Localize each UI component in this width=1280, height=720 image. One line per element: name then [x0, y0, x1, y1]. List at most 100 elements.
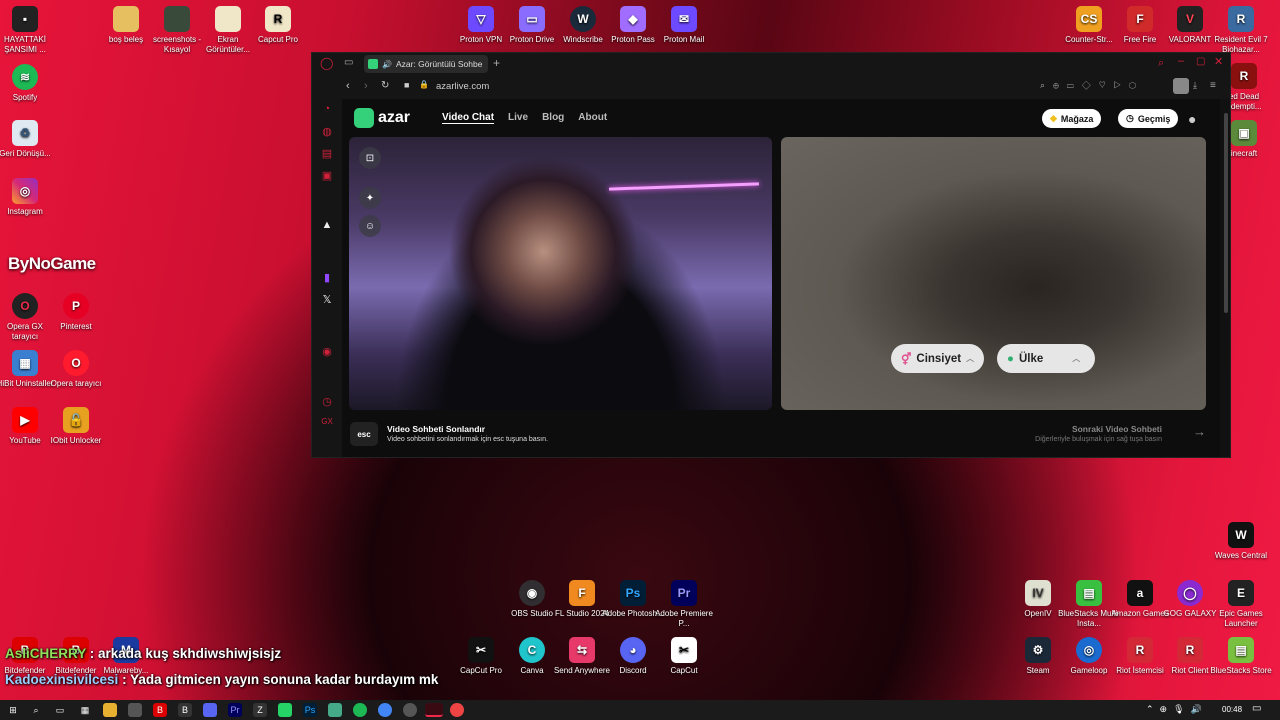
chevron-up-icon: ︿: [1072, 354, 1081, 363]
esc-key-button[interactable]: esc: [350, 422, 378, 446]
partner-video-blurred: ⚥ Cinsiyet ︿ ● Ülke ︿: [781, 137, 1206, 410]
photoshop-taskbar-icon[interactable]: Ps: [303, 703, 317, 717]
sticker-button[interactable]: ☺: [359, 215, 381, 237]
ai-icon[interactable]: ▲: [320, 219, 334, 233]
desktop-icon-opera[interactable]: O Opera tarayıcı: [44, 350, 108, 389]
tray-icons[interactable]: ⌃⊕🎙🔊: [1146, 704, 1208, 715]
whatsapp-taskbar-icon[interactable]: [278, 703, 292, 717]
desktop-icon-resident-evil[interactable]: R Resident Evil 7 Biohazar...: [1209, 6, 1273, 55]
search-icon[interactable]: ⌕: [29, 703, 43, 717]
gx-control-icon[interactable]: ◍: [320, 125, 334, 139]
effects-button[interactable]: ⊡: [359, 147, 381, 169]
desktop-icon-spotify[interactable]: ≋ Spotify: [0, 64, 57, 103]
scrollbar[interactable]: [1224, 113, 1228, 313]
desktop-icon-pinterest[interactable]: P Pinterest: [44, 293, 108, 332]
opera-gx-taskbar-icon[interactable]: [425, 703, 443, 717]
store-button[interactable]: ◆ Mağaza: [1042, 109, 1102, 128]
menu-icon[interactable]: ≡: [1210, 80, 1216, 91]
icon-label: IObit Unlocker: [50, 436, 102, 445]
desktop-icon-capcut-pro[interactable]: R Capcut Pro: [246, 6, 310, 45]
widgets-icon[interactable]: ▦: [78, 703, 92, 717]
app-icon[interactable]: Z: [253, 703, 267, 717]
chrome-taskbar-icon[interactable]: [378, 703, 392, 717]
self-camera-video: ⊡ ✦ ☺: [349, 137, 772, 410]
folder-icon: [215, 6, 241, 32]
app-icon[interactable]: [128, 703, 142, 717]
spotify-taskbar-icon[interactable]: [353, 703, 367, 717]
country-filter[interactable]: ● Ülke ︿: [997, 344, 1095, 373]
close-icon[interactable]: ✕: [1214, 55, 1223, 68]
proton-vpn-icon: ▽: [468, 6, 494, 32]
clock[interactable]: 00:48: [1222, 705, 1242, 714]
download-icon[interactable]: ⤓: [1193, 80, 1197, 91]
gx-icon[interactable]: GX: [320, 417, 334, 431]
twitch-sidebar-icon[interactable]: ▮: [320, 271, 334, 285]
tab-title: Azar: Görüntülü Sohbe: [395, 59, 483, 69]
nav-live[interactable]: Live: [508, 112, 528, 123]
desktop-icon-hayattaki[interactable]: ▪ HAYATTAKİ ŞANSIMI ...: [0, 6, 57, 55]
sparkle-button[interactable]: ✦: [359, 187, 381, 209]
nav-video-chat[interactable]: Video Chat: [442, 112, 494, 123]
app-icon[interactable]: [103, 703, 117, 717]
reload-icon[interactable]: ↻: [381, 80, 389, 91]
arrow-right-icon[interactable]: →: [1193, 424, 1206, 439]
icon-label: inecraft: [1230, 149, 1258, 158]
azar-logo[interactable]: azar: [354, 108, 410, 128]
maximize-icon[interactable]: ▢: [1196, 56, 1205, 67]
history-icon[interactable]: ◷: [320, 395, 334, 409]
chat-controls: esc Video Sohbeti Sonlandır Video sohbet…: [342, 417, 1220, 457]
icon-label: Gameloop: [1070, 666, 1108, 675]
x-icon[interactable]: 𝕏: [320, 293, 334, 307]
desktop-icon-recycle[interactable]: ♻ Geri Dönüşü...: [0, 120, 57, 159]
forward-icon[interactable]: ›: [364, 80, 368, 92]
toolbar-icons[interactable]: ⌕⊕▭◇♡▷⬡: [1040, 80, 1144, 91]
desktop-icon-epic[interactable]: E Epic Games Launcher: [1209, 580, 1273, 629]
capcut-icon: ✂: [468, 637, 494, 663]
user-avatar-icon[interactable]: ●: [1188, 111, 1196, 127]
country-label: Ülke: [1018, 352, 1044, 365]
desktop-icon-premiere[interactable]: Pr Adobe Premiere P...: [652, 580, 716, 629]
discord-icon: ◕: [620, 637, 646, 663]
desktop-icon-bluestacks-store[interactable]: ▤ BlueStacks Store: [1209, 637, 1273, 676]
tab-azar[interactable]: 🔊 Azar: Görüntülü Sohbe: [364, 55, 488, 73]
desktop-icon-waves[interactable]: W Waves Central: [1209, 522, 1273, 561]
gog-icon: ◯: [1177, 580, 1203, 606]
twitch-icon[interactable]: ▤: [320, 147, 334, 161]
tab-switcher-icon[interactable]: ▭: [344, 57, 353, 68]
icon-label: HAYATTAKİ ŞANSIMI ...: [3, 35, 47, 54]
back-icon[interactable]: ‹: [346, 80, 350, 92]
windows-start-icon[interactable]: ⊞: [6, 703, 20, 717]
icon-label: ed Dead edempti...: [1226, 92, 1262, 111]
nav-about[interactable]: About: [578, 112, 607, 123]
desktop-icon-iobit[interactable]: 🔓 IObit Unlocker: [44, 407, 108, 446]
history-button[interactable]: ◷ Geçmiş: [1118, 109, 1179, 128]
app-icon[interactable]: [403, 703, 417, 717]
tab-bar: ◯ ▭ 🔊 Azar: Görüntülü Sohbe + ⌕ – ▢ ✕: [312, 53, 1230, 75]
app-icon[interactable]: B: [178, 703, 192, 717]
opera-menu-icon[interactable]: ◯: [320, 56, 333, 70]
search-icon[interactable]: ⌕: [1158, 57, 1164, 70]
icon-label: Canva: [520, 666, 544, 675]
url-field[interactable]: azarlive.com: [436, 81, 489, 92]
app-icon[interactable]: B: [153, 703, 167, 717]
task-view-icon[interactable]: ▭: [53, 703, 67, 717]
bluestacks-icon: ▤: [1228, 637, 1254, 663]
new-tab-icon[interactable]: +: [493, 56, 500, 70]
gender-filter[interactable]: ⚥ Cinsiyet ︿: [891, 344, 985, 373]
app-icon[interactable]: [328, 703, 342, 717]
minimize-icon[interactable]: –: [1178, 55, 1184, 67]
discord-taskbar-icon[interactable]: [203, 703, 217, 717]
chrome-taskbar-icon[interactable]: [450, 703, 464, 717]
desktop-icon-instagram[interactable]: ◎ Instagram: [0, 178, 57, 217]
nav-blog[interactable]: Blog: [542, 112, 564, 123]
messenger-icon[interactable]: ▣: [320, 169, 334, 183]
speaker-icon[interactable]: 🔊: [382, 60, 392, 69]
speed-icon[interactable]: ◔: [320, 103, 334, 117]
premiere-taskbar-icon[interactable]: Pr: [228, 703, 242, 717]
icon-label: Riot İstemcisi: [1116, 666, 1164, 675]
desktop-icon-proton-mail[interactable]: ✉ Proton Mail: [652, 6, 716, 45]
profile-avatar[interactable]: [1173, 78, 1189, 94]
player-icon[interactable]: ◉: [320, 345, 334, 359]
notification-icon[interactable]: ▭: [1252, 703, 1261, 714]
desktop-icon-capcut[interactable]: ✂ CapCut: [652, 637, 716, 676]
